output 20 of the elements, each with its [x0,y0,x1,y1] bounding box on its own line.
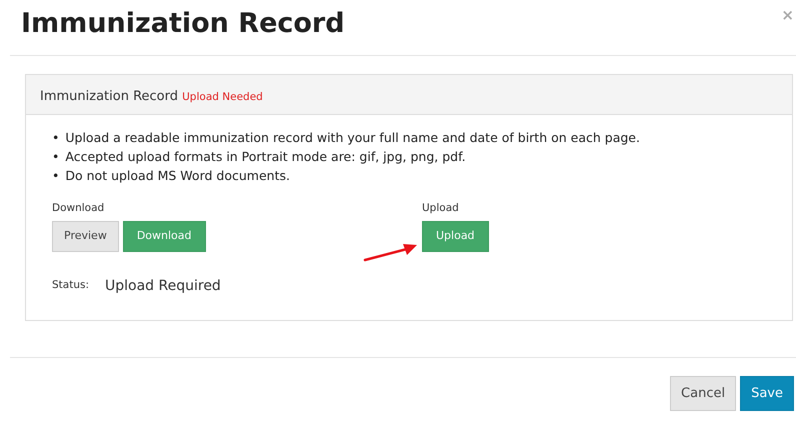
modal-title: Immunization Record [21,7,345,37]
section-label: Download [52,201,106,216]
status-label: Status: [52,278,89,294]
panel-title: Immunization Record [40,89,179,104]
download-button[interactable]: Download [122,220,206,252]
bullet-mark: • [52,167,60,185]
instruction-text: Accepted upload formats in Portrait mode are: gif, jpg, png, pdf. [65,148,466,166]
bullet-mark: • [52,129,60,147]
cancel-button[interactable]: Cancel [670,376,736,411]
save-button[interactable]: Save [740,376,794,411]
instruction-text: Upload a readable immunization record with your full name and date of birth on each page. [65,129,640,147]
preview-button[interactable]: Preview [52,220,119,252]
status-value: Upload Required [105,276,221,296]
section-label: Upload [422,201,460,216]
upload-button[interactable]: Upload [422,220,489,252]
upload-needed-label: Upload Needed [182,91,263,103]
close-button[interactable]: × [779,4,796,26]
instruction-text: Do not upload MS Word documents. [65,167,290,185]
bullet-mark: • [52,148,60,166]
annotation-arrow [363,243,419,263]
